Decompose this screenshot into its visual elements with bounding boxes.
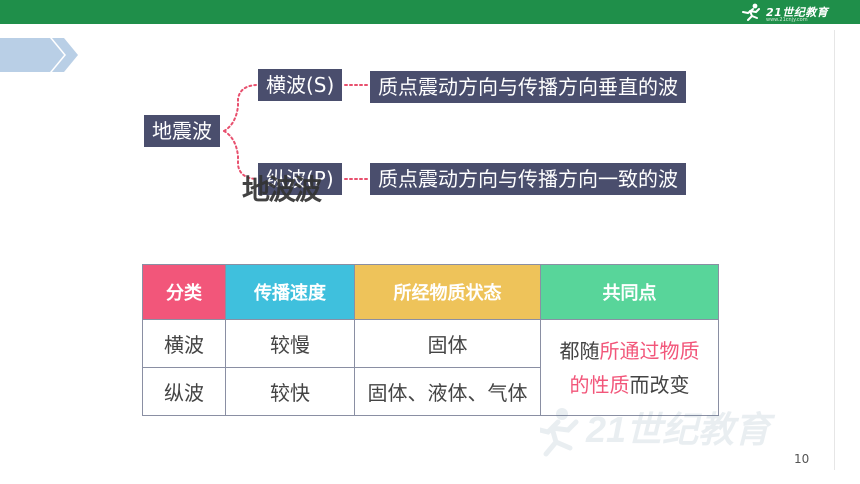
table-header-row: 分类 传播速度 所经物质状态 共同点	[142, 264, 719, 320]
common-suffix: 而改变	[629, 372, 690, 397]
header-common: 共同点	[540, 264, 719, 320]
watermark-runner-icon	[540, 408, 579, 457]
overlay-title-text: 地波波	[242, 173, 322, 206]
table-row: 横波 较慢 固体 都随所通过物质 的性质而改变	[142, 319, 719, 416]
branch-s-wave-label: 横波(S)	[258, 69, 343, 101]
cell-medium: 固体	[354, 319, 541, 368]
common-prefix: 都随	[559, 338, 600, 363]
cell-category: 纵波	[142, 367, 226, 416]
branch-p-wave-description: 质点震动方向与传播方向一致的波	[370, 163, 686, 195]
cell-medium: 固体、液体、气体	[354, 367, 541, 416]
watermark-text: 21世纪教育	[585, 409, 776, 450]
comparison-table: 分类 传播速度 所经物质状态 共同点 横波 较慢 固体 都随所通过物质 的性质而…	[142, 264, 719, 416]
mindmap-root: 地震波	[144, 115, 220, 147]
cell-category: 横波	[142, 319, 226, 368]
common-highlight-1: 所通过物质	[599, 338, 700, 363]
page-number: 10	[794, 452, 810, 466]
common-highlight-2: 的性质	[569, 372, 630, 397]
cell-speed: 较快	[225, 367, 355, 416]
header-category: 分类	[142, 264, 226, 320]
header-speed: 传播速度	[225, 264, 355, 320]
branch-s-wave-description: 质点震动方向与传播方向垂直的波	[370, 71, 686, 103]
cell-speed: 较慢	[225, 319, 355, 368]
header-medium: 所经物质状态	[354, 264, 541, 320]
